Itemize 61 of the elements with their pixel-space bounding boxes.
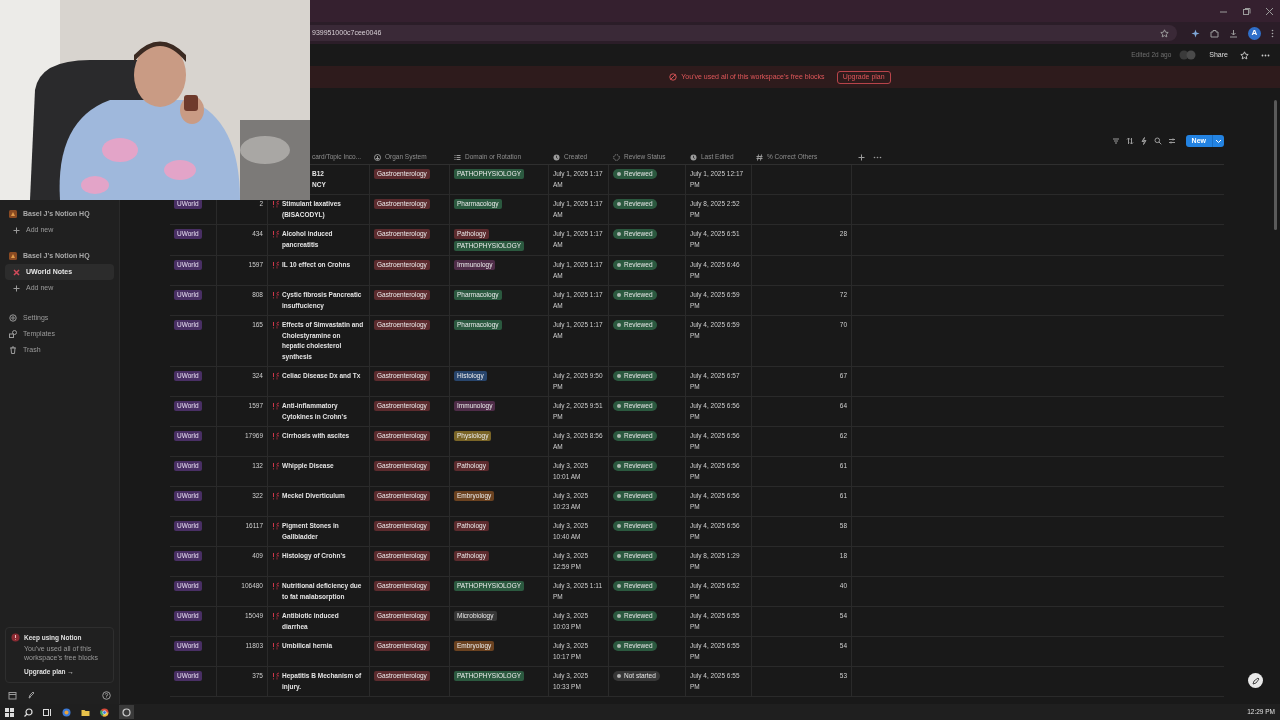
app-icon[interactable] xyxy=(62,707,71,717)
task-view-icon[interactable] xyxy=(43,707,52,717)
profile-avatar[interactable]: A xyxy=(1248,26,1261,40)
alert-icon xyxy=(272,372,279,380)
search-icon[interactable] xyxy=(24,707,33,717)
sliders-icon[interactable] xyxy=(1167,137,1176,145)
alert-icon xyxy=(272,230,279,238)
filter-icon[interactable] xyxy=(1111,137,1120,145)
hash-icon xyxy=(756,153,763,161)
search-icon[interactable] xyxy=(1153,137,1162,145)
cross-icon xyxy=(13,268,20,276)
workspace-icon xyxy=(9,210,17,218)
alert-icon xyxy=(272,492,279,500)
clock-icon xyxy=(553,153,560,161)
alert-icon xyxy=(272,200,279,208)
browser-icon[interactable] xyxy=(100,707,109,717)
alert-icon xyxy=(272,672,279,680)
circle-arrow-icon xyxy=(374,153,381,161)
spinner-icon xyxy=(613,153,620,161)
alert-icon xyxy=(272,432,279,440)
scrollbar[interactable] xyxy=(1274,100,1277,230)
alert-icon xyxy=(272,291,279,299)
alert-icon xyxy=(272,552,279,560)
folder-icon[interactable] xyxy=(81,707,90,717)
workspace-icon xyxy=(9,252,17,260)
settings-icon xyxy=(9,314,17,322)
alert-icon xyxy=(272,642,279,650)
chevron-down-icon xyxy=(1213,137,1224,145)
warning-icon xyxy=(11,632,20,642)
help-button[interactable] xyxy=(1248,673,1263,688)
pen-icon xyxy=(1251,676,1260,685)
alert-icon xyxy=(272,582,279,590)
plus-icon xyxy=(13,284,20,292)
alert-icon xyxy=(272,612,279,620)
lightning-icon[interactable] xyxy=(1139,137,1148,145)
download-icon[interactable] xyxy=(1229,28,1238,38)
app-icon xyxy=(122,707,131,717)
close-icon[interactable] xyxy=(1265,6,1274,16)
shapes-icon xyxy=(9,330,17,338)
windows-icon[interactable] xyxy=(5,707,14,717)
more-icon[interactable] xyxy=(1261,53,1270,57)
sparkle-icon[interactable] xyxy=(1191,28,1200,38)
alert-icon xyxy=(272,261,279,269)
sort-icon[interactable] xyxy=(1125,137,1134,145)
alert-icon xyxy=(272,522,279,530)
clock-icon xyxy=(690,153,697,161)
alert-icon xyxy=(272,321,279,329)
alert-icon xyxy=(272,402,279,410)
avatar-icon xyxy=(1179,50,1198,60)
trash-icon xyxy=(9,346,17,354)
plus-icon[interactable] xyxy=(858,153,865,161)
alert-icon xyxy=(272,462,279,470)
plus-icon xyxy=(13,226,20,234)
star-icon[interactable] xyxy=(1240,50,1249,60)
bookmark-star-icon[interactable] xyxy=(1160,28,1169,38)
list-icon xyxy=(454,153,461,161)
warning-icon xyxy=(669,73,678,81)
restore-icon[interactable] xyxy=(1242,6,1251,16)
active-app-button[interactable] xyxy=(119,705,134,719)
calendar-icon[interactable] xyxy=(8,691,17,700)
help-icon[interactable] xyxy=(102,691,111,700)
